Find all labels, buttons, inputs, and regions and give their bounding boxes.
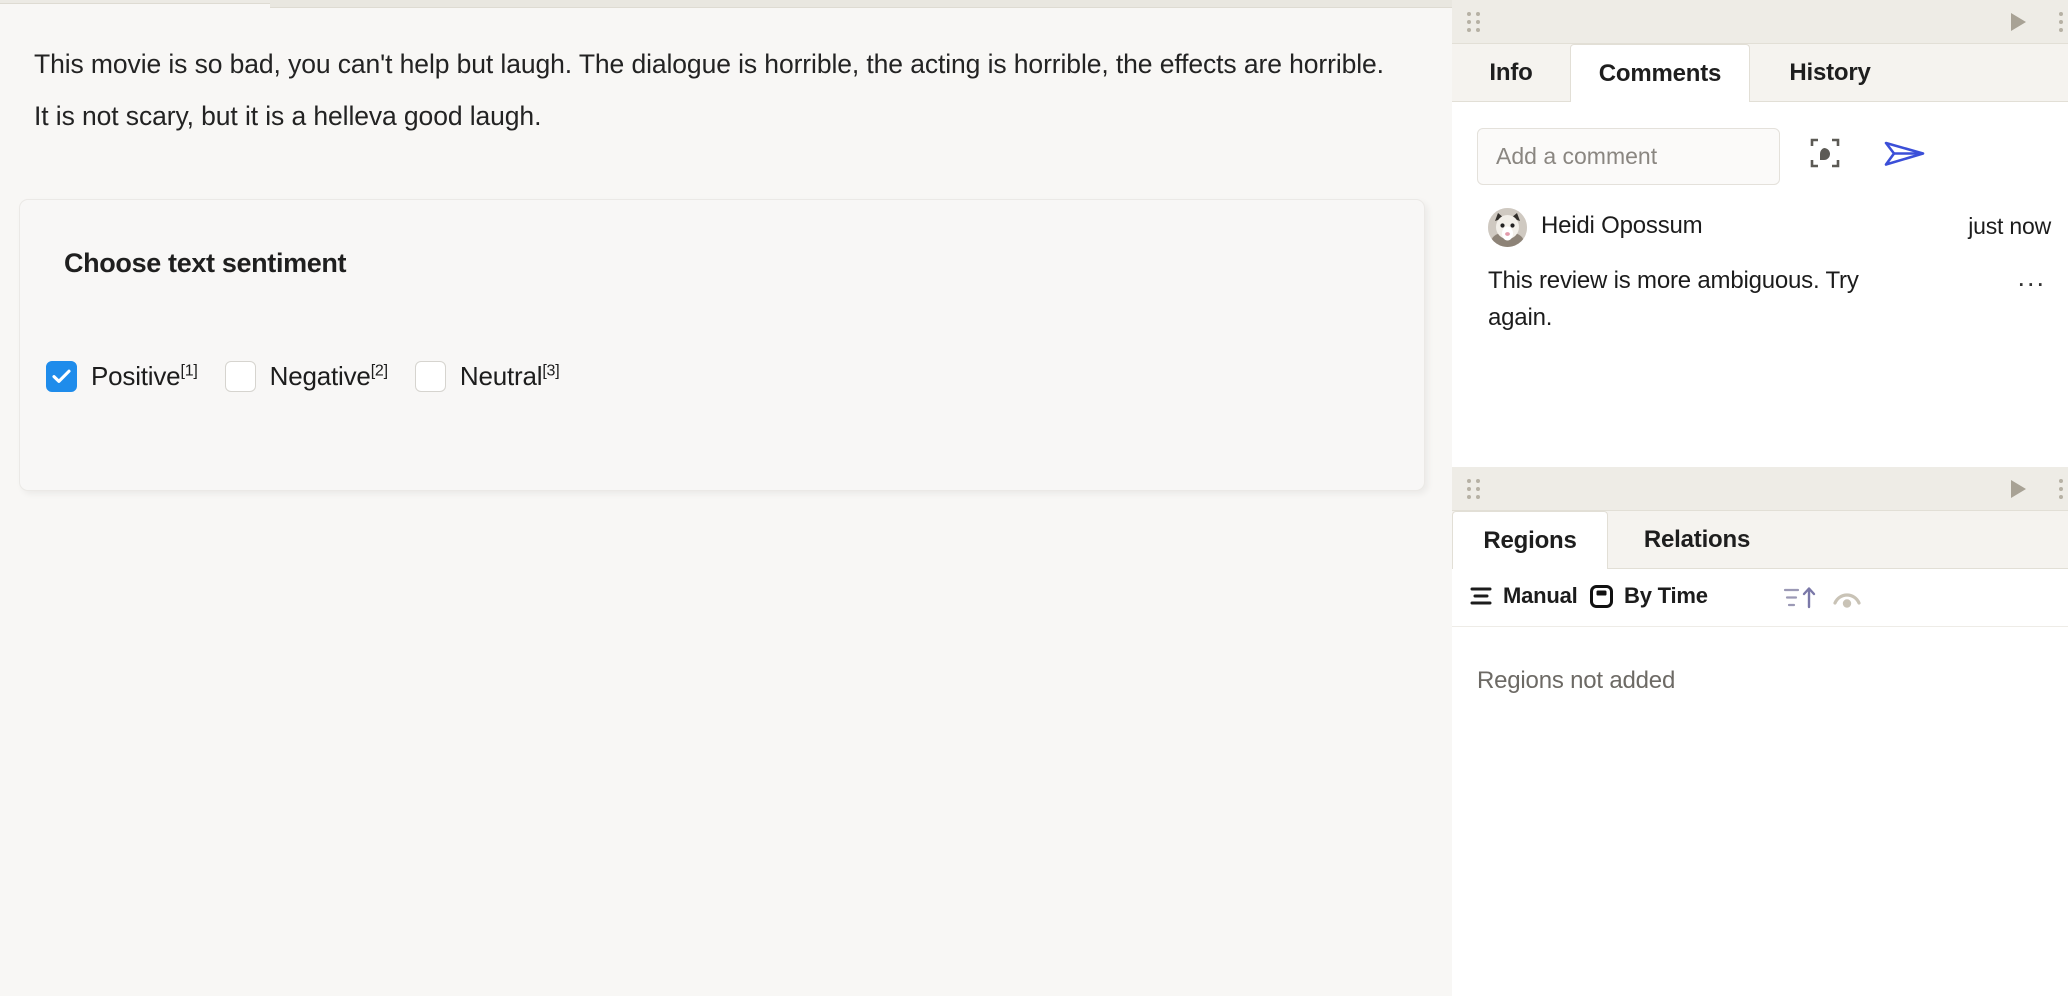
regions-list: Regions not added <box>1452 627 2068 927</box>
annotation-workspace: This movie is so bad, you can't help but… <box>0 9 1452 996</box>
regions-tabstrip: Regions Relations <box>1452 511 2068 569</box>
region-link-icon[interactable] <box>1810 138 1840 173</box>
checkbox-negative[interactable] <box>225 361 256 392</box>
comments-panel-spacer <box>1452 336 2068 467</box>
regions-panel: Manual By Time <box>1452 569 2068 927</box>
sort-ascending-icon[interactable] <box>1782 585 1822 616</box>
sentiment-choices-row: Positive[1] Negative[2] Neutral[3] <box>46 361 560 392</box>
comment-text: This review is more ambiguous. Try again… <box>1488 262 1860 336</box>
tab-relations[interactable]: Relations <box>1608 511 1786 568</box>
comment-timestamp: just now <box>1968 213 2051 240</box>
tab-regions[interactable]: Regions <box>1452 511 1608 569</box>
vertical-kebab-icon[interactable] <box>2058 12 2064 32</box>
comment-item: Heidi Opossum just now This review is mo… <box>1452 208 2068 336</box>
comments-tabstrip: Info Comments History <box>1452 44 2068 102</box>
regions-toolbar: Manual By Time <box>1452 569 2068 627</box>
vertical-kebab-icon[interactable] <box>2058 479 2064 499</box>
choice-positive[interactable]: Positive[1] <box>46 361 198 392</box>
choice-neutral-text: Neutral <box>460 361 542 391</box>
checkbox-neutral[interactable] <box>415 361 446 392</box>
regions-panel-header <box>1452 467 2068 511</box>
choice-positive-label: Positive[1] <box>91 361 198 392</box>
choice-positive-hotkey: [1] <box>180 362 197 379</box>
order-lines-icon <box>1469 585 1493 607</box>
choice-neutral-hotkey: [3] <box>542 362 559 379</box>
choice-negative-label: Negative[2] <box>270 361 388 392</box>
comments-panel: Heidi Opossum just now This review is mo… <box>1452 102 2068 336</box>
sentiment-choice-card: Choose text sentiment <box>19 199 1425 491</box>
regions-empty-state: Regions not added <box>1477 667 1675 695</box>
choice-positive-text: Positive <box>91 361 180 391</box>
collapse-triangle-icon[interactable] <box>2011 13 2026 31</box>
eye-icon[interactable] <box>1832 589 1862 614</box>
ordering-mode-manual[interactable]: Manual <box>1469 583 1578 609</box>
drag-dots-icon[interactable] <box>1467 11 1485 33</box>
comment-compose-row <box>1452 102 2068 208</box>
tab-info[interactable]: Info <box>1452 44 1570 101</box>
right-sidebar: Info Comments History <box>1452 0 2068 996</box>
choice-negative-hotkey: [2] <box>371 362 388 379</box>
sentiment-card-title: Choose text sentiment <box>64 248 346 279</box>
comment-header: Heidi Opossum just now <box>1477 208 2043 254</box>
drag-dots-icon[interactable] <box>1467 478 1485 500</box>
tab-comments[interactable]: Comments <box>1570 44 1750 102</box>
calendar-card-icon <box>1589 584 1614 609</box>
comment-input[interactable] <box>1477 128 1780 185</box>
comment-author: Heidi Opossum <box>1541 212 1702 240</box>
choice-negative-text: Negative <box>270 361 371 391</box>
comments-panel-header <box>1452 0 2068 44</box>
ellipsis-menu-icon[interactable]: ... <box>2017 272 2046 282</box>
collapse-triangle-icon[interactable] <box>2011 480 2026 498</box>
send-paper-plane-icon[interactable] <box>1884 140 1926 173</box>
choice-neutral-label: Neutral[3] <box>460 361 560 392</box>
grouping-mode-by-time[interactable]: By Time <box>1589 583 1708 609</box>
opossum-avatar <box>1488 208 1527 247</box>
top-strip-left-segment <box>0 0 270 4</box>
choice-negative[interactable]: Negative[2] <box>225 361 388 392</box>
tab-history[interactable]: History <box>1750 44 1910 101</box>
ordering-mode-manual-label: Manual <box>1503 583 1578 609</box>
checkbox-positive[interactable] <box>46 361 77 392</box>
task-text[interactable]: This movie is so bad, you can't help but… <box>34 38 1404 142</box>
grouping-mode-by-time-label: By Time <box>1624 583 1708 609</box>
choice-neutral[interactable]: Neutral[3] <box>415 361 560 392</box>
